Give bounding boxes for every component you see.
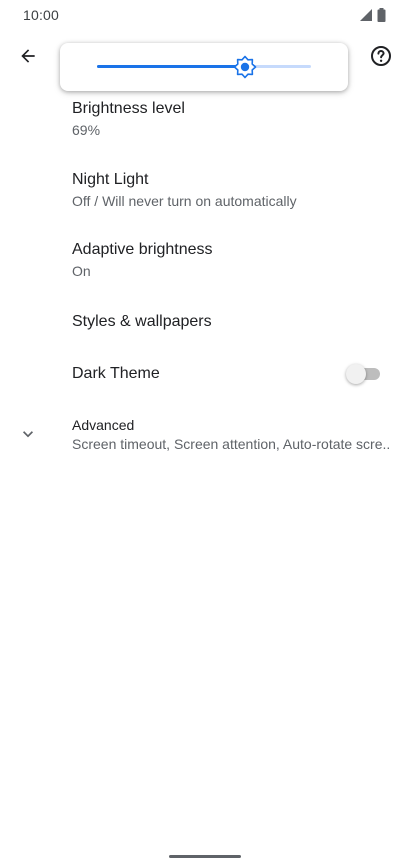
adaptive-brightness-summary: On: [72, 263, 91, 279]
brightness-level-summary: 69%: [72, 122, 101, 138]
advanced-title: Advanced: [72, 417, 135, 433]
advanced-summary: Screen timeout, Screen attention, Auto-r…: [72, 436, 391, 452]
brightness-sun-icon: [233, 55, 256, 79]
night-light-summary: Off / Will never turn on automatically: [72, 193, 297, 209]
status-icons: [359, 8, 386, 22]
arrow-left-icon: [21, 49, 35, 63]
status-bar: 10:00: [0, 0, 409, 30]
dark-theme-toggle[interactable]: [346, 364, 382, 384]
advanced-item[interactable]: Advanced Screen timeout, Screen attentio…: [0, 410, 409, 466]
brightness-level-item[interactable]: Brightness level 69%: [0, 92, 409, 152]
dark-theme-item[interactable]: Dark Theme: [0, 354, 409, 404]
adaptive-brightness-title: Adaptive brightness: [72, 241, 213, 258]
toggle-thumb: [346, 364, 366, 384]
night-light-title: Night Light: [72, 171, 149, 188]
adaptive-brightness-item[interactable]: Adaptive brightness On: [0, 233, 409, 293]
help-circle-icon: [371, 46, 391, 66]
brightness-level-title: Brightness level: [72, 100, 185, 117]
navigation-handle[interactable]: [169, 855, 241, 858]
help-button[interactable]: [363, 38, 399, 74]
brightness-slider-fill: [97, 65, 245, 68]
styles-wallpapers-title: Styles & wallpapers: [72, 313, 212, 330]
status-time: 10:00: [23, 7, 60, 23]
night-light-item[interactable]: Night Light Off / Will never turn on aut…: [0, 163, 409, 223]
brightness-slider-dialog: [60, 43, 348, 91]
styles-wallpapers-item[interactable]: Styles & wallpapers: [0, 304, 409, 354]
brightness-slider-thumb[interactable]: [233, 55, 257, 79]
chevron-down-icon: [23, 431, 33, 438]
brightness-slider[interactable]: [97, 55, 311, 79]
display-settings-screen: 10:00 Brightness level 69% Night Light O…: [0, 0, 409, 864]
dark-theme-title: Dark Theme: [72, 365, 160, 382]
battery-icon: [377, 8, 386, 22]
back-button[interactable]: [10, 38, 46, 74]
signal-icon: [360, 9, 372, 21]
